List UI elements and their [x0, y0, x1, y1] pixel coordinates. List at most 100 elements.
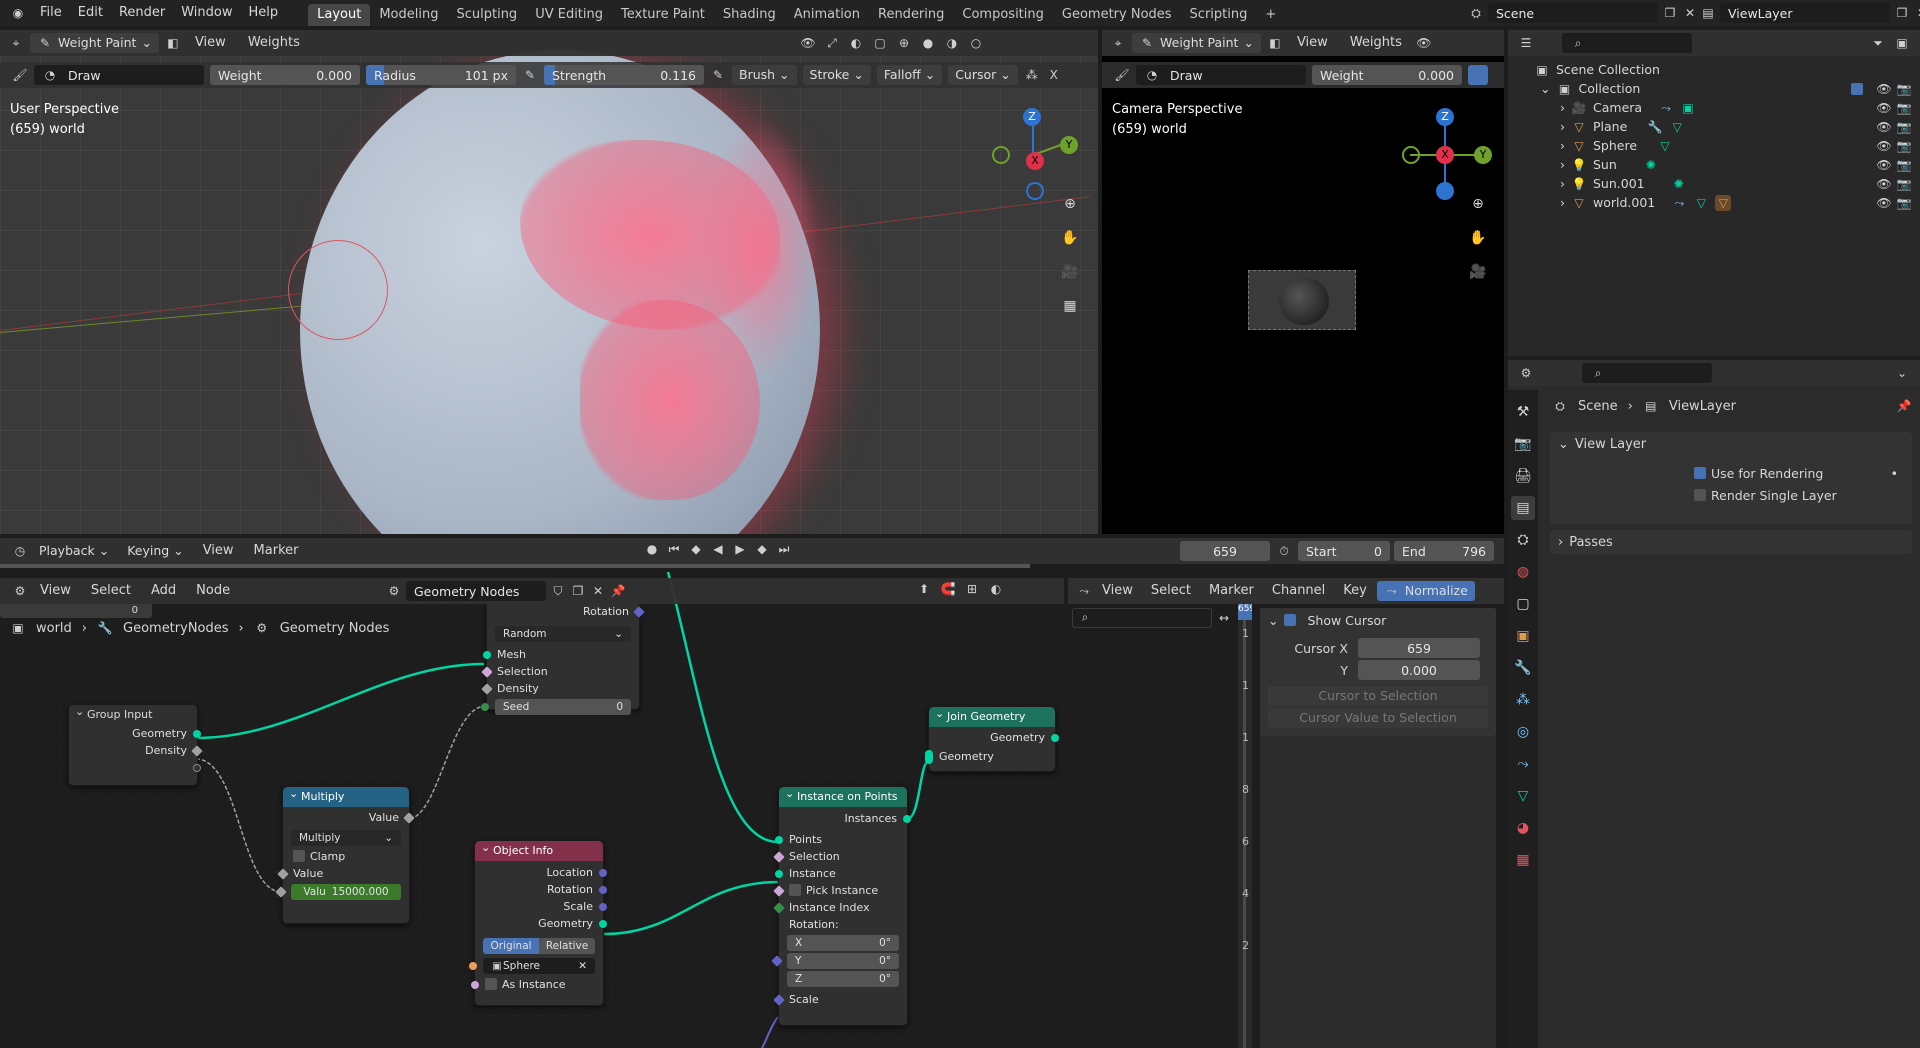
solid-shading-icon[interactable]: ●: [920, 35, 936, 51]
current-frame-field[interactable]: 659: [1180, 541, 1270, 561]
keying-menu[interactable]: Keying ⌄: [120, 541, 190, 561]
scene-collection-row[interactable]: ▣ Scene Collection: [1508, 60, 1920, 79]
clamp-checkbox[interactable]: Clamp: [283, 848, 409, 865]
tab-texture-paint[interactable]: Texture Paint: [612, 4, 714, 26]
menu-select[interactable]: Select: [83, 580, 139, 602]
gizmo-x[interactable]: X: [1026, 152, 1044, 170]
navigation-gizmo[interactable]: Z Y X: [1402, 108, 1494, 200]
checkbox[interactable]: [485, 978, 497, 990]
collection-tab-icon[interactable]: ▢: [1511, 592, 1535, 616]
outliner-item-sun[interactable]: › 💡 Sun ✺ 👁 📷: [1508, 155, 1920, 174]
chevron-right-icon[interactable]: ›: [1560, 119, 1565, 134]
grid-icon[interactable]: ▦: [1058, 294, 1082, 318]
cursor-value-to-selection-button[interactable]: Cursor Value to Selection: [1268, 708, 1488, 728]
strength-field[interactable]: Strength 0.116: [544, 65, 704, 85]
eye-icon[interactable]: 👁: [1876, 195, 1892, 211]
breadcrumb-world[interactable]: world: [36, 621, 72, 636]
pressure-icon[interactable]: ✎: [522, 67, 538, 83]
parent-icon[interactable]: ⬆: [916, 581, 932, 597]
exclude-checkbox[interactable]: [1851, 82, 1863, 95]
editor-type-icon[interactable]: ⚙: [1518, 365, 1534, 381]
eye-icon[interactable]: 👁: [1876, 138, 1892, 154]
viewport-right[interactable]: Camera Perspective (659) world Z Y X ⊕ ✋…: [1102, 30, 1504, 534]
show-cursor-checkbox[interactable]: [1284, 614, 1297, 626]
next-keyframe-icon[interactable]: ◆: [754, 541, 770, 557]
node-multiply[interactable]: Multiply Value Multiply⌄ Clamp Value Val…: [275, 784, 415, 924]
menu-file[interactable]: File: [32, 2, 70, 24]
zoom-icon[interactable]: ⊕: [1058, 192, 1082, 216]
as-instance-checkbox[interactable]: As Instance: [471, 976, 603, 993]
menu-view[interactable]: View: [187, 32, 234, 54]
outliner-item-camera[interactable]: › 🎥 Camera ⤳ ▣ 👁 📷: [1508, 98, 1920, 117]
start-frame-field[interactable]: Start 0: [1298, 541, 1390, 561]
render-single-layer-checkbox[interactable]: [1694, 489, 1706, 501]
rotation-x-field[interactable]: X 0°: [787, 935, 899, 951]
tab-modeling[interactable]: Modeling: [370, 4, 447, 26]
view-layer-tab-icon[interactable]: ▤: [1511, 496, 1535, 520]
checkbox[interactable]: [789, 884, 801, 896]
material-tab-icon[interactable]: ◕: [1511, 816, 1535, 840]
gizmo-z[interactable]: Z: [1023, 108, 1041, 126]
particles-tab-icon[interactable]: ⁂: [1511, 688, 1535, 712]
node-instance-on-points[interactable]: Instance on Points Instances Points Sele…: [771, 784, 911, 1026]
copy-icon[interactable]: ❐: [1662, 5, 1678, 21]
cursor-y-field[interactable]: 0.000: [1358, 660, 1480, 680]
breadcrumb-modifier[interactable]: GeometryNodes: [123, 621, 229, 636]
render-disabled-icon[interactable]: 📷: [1896, 138, 1912, 154]
object-tab-icon[interactable]: ▣: [1511, 624, 1535, 648]
tab-uv-editing[interactable]: UV Editing: [526, 4, 612, 26]
cursor-dropdown[interactable]: Cursor ⌄: [948, 65, 1018, 85]
render-camera-icon[interactable]: 📷: [1896, 195, 1912, 211]
copy-icon[interactable]: ❐: [570, 583, 586, 599]
outliner-item-plane[interactable]: › ▽ Plane 🔧 ▽ 👁 📷: [1508, 117, 1920, 136]
current-frame-badge[interactable]: 659: [1238, 604, 1252, 620]
brush-icon[interactable]: 🖌: [1114, 67, 1130, 83]
xray-icon[interactable]: ▢: [872, 35, 888, 51]
node-join-geometry[interactable]: Join Geometry Geometry Geometry: [925, 704, 1059, 772]
relative-button[interactable]: Relative: [539, 938, 595, 954]
chevron-down-icon[interactable]: ⌄: [1894, 365, 1910, 381]
world-tab-icon[interactable]: ◍: [1511, 560, 1535, 584]
node-tree-name-field[interactable]: Geometry Nodes: [406, 581, 546, 601]
clear-object-icon[interactable]: ✕: [578, 958, 587, 974]
outliner-item-world-001[interactable]: › ▽ world.001 ⤳ ▽ ▽ 👁 📷: [1508, 193, 1920, 212]
tab-rendering[interactable]: Rendering: [869, 4, 953, 26]
render-camera-icon[interactable]: 📷: [1896, 81, 1912, 97]
pin-icon[interactable]: 📌: [1896, 398, 1912, 414]
gizmo-y[interactable]: Y: [1060, 136, 1078, 154]
distribute-mode-dropdown[interactable]: Random ⌄: [495, 626, 631, 642]
copy-icon[interactable]: ❐: [1894, 5, 1910, 21]
jump-end-icon[interactable]: ⏭: [776, 541, 792, 557]
use-for-rendering-checkbox[interactable]: [1694, 467, 1706, 479]
wireframe-shading-icon[interactable]: ⊕: [896, 35, 912, 51]
gizmo-x[interactable]: X: [1436, 146, 1454, 164]
editor-type-icon[interactable]: ◷: [12, 543, 28, 559]
render-camera-icon[interactable]: 📷: [1896, 100, 1912, 116]
menu-node[interactable]: Node: [188, 580, 238, 602]
show-cursor-header[interactable]: ⌄ Show Cursor: [1260, 608, 1496, 632]
camera-icon[interactable]: 🎥: [1466, 260, 1490, 284]
play-icon[interactable]: ▶: [732, 541, 748, 557]
snap-target-icon[interactable]: ⊞: [964, 581, 980, 597]
seed-field[interactable]: Seed 0: [481, 699, 631, 715]
menu-select[interactable]: Select: [1143, 580, 1199, 602]
eye-icon[interactable]: 👁: [1876, 119, 1892, 135]
node-tree-icon[interactable]: ⚙: [386, 583, 402, 599]
chevron-right-icon[interactable]: ›: [1560, 157, 1565, 172]
symmetry-icon[interactable]: ⁂: [1024, 67, 1040, 83]
node-top-value-field[interactable]: 0: [0, 604, 152, 618]
render-tab-icon[interactable]: 📷: [1511, 432, 1535, 456]
properties-search-input[interactable]: ⌕: [1582, 363, 1712, 383]
blender-logo-icon[interactable]: ◉: [10, 5, 26, 21]
camera-icon[interactable]: 🎥: [1058, 260, 1082, 284]
record-icon[interactable]: ●: [644, 541, 660, 557]
data-tab-icon[interactable]: ▽: [1511, 784, 1535, 808]
menu-add[interactable]: Add: [143, 580, 184, 602]
stroke-dropdown[interactable]: Stroke ⌄: [802, 65, 871, 85]
view-layer-panel-header[interactable]: ⌄ View Layer: [1550, 432, 1912, 456]
weight-field[interactable]: Weight 0.000: [210, 65, 360, 85]
menu-help[interactable]: Help: [241, 2, 287, 24]
overlay-icon[interactable]: ◐: [848, 35, 864, 51]
passes-panel[interactable]: › Passes: [1550, 530, 1912, 554]
gizmo-z[interactable]: Z: [1436, 108, 1454, 126]
